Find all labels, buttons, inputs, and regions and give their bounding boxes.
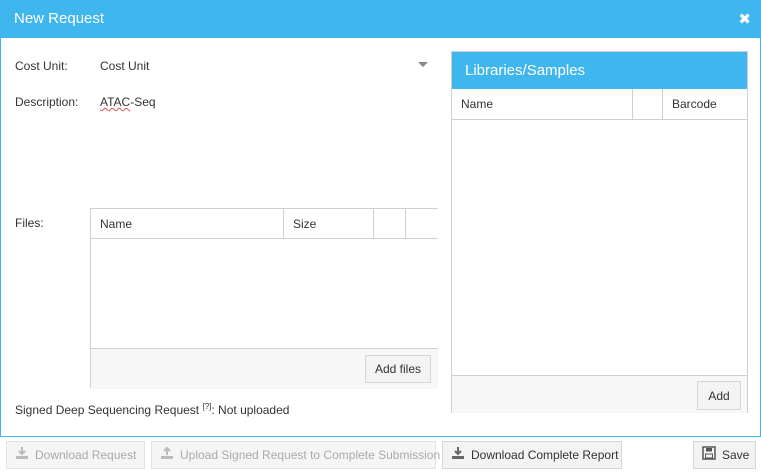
- description-label: Description:: [15, 95, 79, 109]
- dialog-title: New Request: [14, 10, 105, 27]
- description-value-misspelled: ATAC: [100, 95, 131, 109]
- files-col-size[interactable]: Size: [284, 209, 374, 239]
- libraries-col-barcode[interactable]: Barcode: [663, 89, 749, 119]
- files-grid-footer: Add files: [91, 348, 438, 389]
- close-icon[interactable]: ✖: [738, 10, 751, 28]
- dialog-toolbar: Download Request Upload Signed Request t…: [0, 437, 761, 472]
- download-icon: [451, 443, 465, 469]
- files-col-extra-1: [374, 209, 406, 239]
- files-col-name[interactable]: Name: [91, 209, 284, 239]
- add-files-button[interactable]: Add files: [365, 355, 431, 383]
- upload-signed-label: Upload Signed Request to Complete Submis…: [180, 448, 441, 462]
- signed-request-value: : Not uploaded: [211, 403, 290, 417]
- libraries-grid-footer: Add: [452, 375, 747, 413]
- files-grid-header: Name Size: [91, 209, 438, 239]
- libraries-panel-title: Libraries/Samples: [452, 52, 747, 89]
- files-grid: Name Size Add files: [90, 208, 438, 389]
- signed-request-status: Signed Deep Sequencing Request [?]: Not …: [15, 402, 289, 417]
- download-complete-report-button[interactable]: Download Complete Report: [442, 441, 622, 469]
- description-field[interactable]: ATAC-Seq: [100, 95, 156, 109]
- upload-signed-request-button[interactable]: Upload Signed Request to Complete Submis…: [151, 441, 440, 469]
- signed-request-label: Signed Deep Sequencing Request: [15, 403, 200, 417]
- download-icon: [15, 443, 29, 469]
- libraries-grid-header: Name Barcode: [452, 89, 747, 120]
- save-label: Save: [722, 448, 750, 462]
- libraries-col-name[interactable]: Name: [452, 89, 633, 119]
- chevron-down-icon[interactable]: [418, 62, 428, 67]
- description-value-rest: -Seq: [130, 95, 156, 109]
- upload-icon: [160, 443, 174, 469]
- libraries-panel: Libraries/Samples Name Barcode Add: [451, 51, 748, 413]
- add-library-button[interactable]: Add: [697, 381, 741, 410]
- cost-unit-select[interactable]: Cost Unit: [100, 59, 149, 73]
- download-report-label: Download Complete Report: [471, 448, 619, 462]
- libraries-col-extra: [633, 89, 663, 119]
- floppy-disk-icon: [702, 443, 716, 469]
- cost-unit-label: Cost Unit:: [15, 59, 68, 73]
- files-label: Files:: [15, 216, 44, 230]
- files-col-extra-2: [406, 209, 439, 239]
- download-request-button[interactable]: Download Request: [6, 441, 145, 469]
- save-button[interactable]: Save: [693, 441, 756, 469]
- download-request-label: Download Request: [35, 448, 137, 462]
- dialog-titlebar: New Request ✖: [0, 0, 761, 38]
